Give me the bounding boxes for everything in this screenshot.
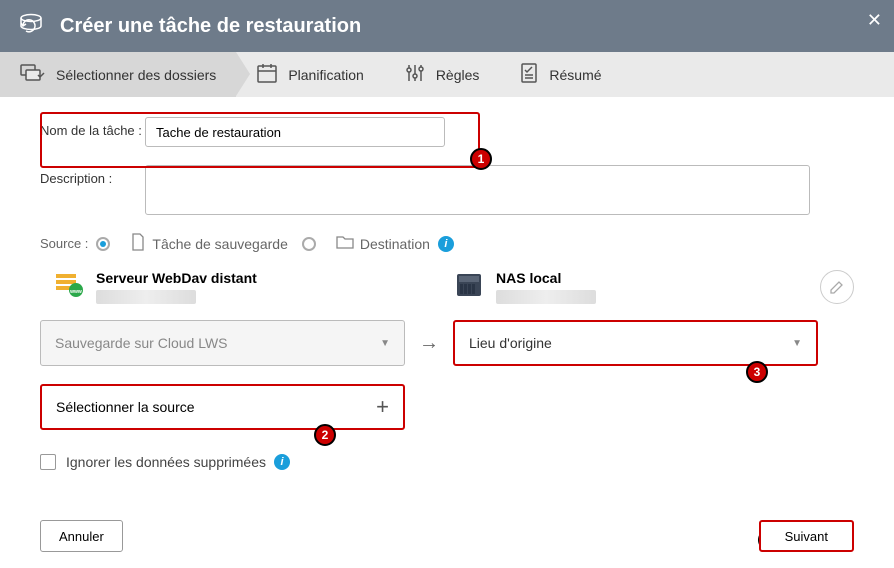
- destination-select-value: Lieu d'origine: [469, 335, 552, 351]
- backup-select[interactable]: Sauvegarde sur Cloud LWS ▼: [40, 320, 405, 366]
- backup-task-option: Tâche de sauvegarde: [152, 236, 287, 252]
- tab-label: Planification: [288, 67, 364, 83]
- destination-select[interactable]: Lieu d'origine ▼: [453, 320, 818, 366]
- selects-row: Sauvegarde sur Cloud LWS ▼ → Lieu d'orig…: [40, 320, 854, 366]
- radio-destination[interactable]: [302, 237, 316, 251]
- info-icon[interactable]: i: [274, 454, 290, 470]
- tab-label: Sélectionner des dossiers: [56, 67, 216, 83]
- tab-summary[interactable]: Résumé: [499, 52, 621, 97]
- info-icon[interactable]: i: [438, 236, 454, 252]
- tab-rules[interactable]: Règles: [384, 52, 500, 97]
- select-source-button[interactable]: Sélectionner la source +: [40, 384, 405, 430]
- document-check-icon: [519, 62, 539, 87]
- source-device-name: Serveur WebDav distant: [96, 270, 454, 286]
- plus-icon: +: [376, 394, 389, 420]
- chevron-down-icon: ▼: [380, 338, 390, 349]
- devices-row: www Serveur WebDav distant NAS local: [40, 270, 854, 304]
- annotation-badge-2: 2: [314, 424, 336, 446]
- source-type-row: Source : Tâche de sauvegarde Destination…: [40, 233, 854, 254]
- document-icon: [130, 233, 146, 254]
- chevron-down-icon: ▼: [792, 338, 802, 349]
- cancel-button[interactable]: Annuler: [40, 520, 123, 552]
- select-source-label: Sélectionner la source: [56, 399, 195, 415]
- ignore-deleted-label: Ignorer les données supprimées: [66, 454, 266, 470]
- target-device-name: NAS local: [496, 270, 820, 286]
- svg-text:www: www: [69, 289, 82, 295]
- dialog-footer: Annuler Suivant: [40, 520, 854, 552]
- edit-target-button[interactable]: [820, 270, 854, 304]
- destination-option: Destination: [360, 236, 430, 252]
- sliders-icon: [404, 62, 426, 87]
- annotation-badge-3: 3: [746, 361, 768, 383]
- source-device: www Serveur WebDav distant: [54, 270, 454, 304]
- ignore-deleted-checkbox[interactable]: [40, 454, 56, 470]
- backup-select-value: Sauvegarde sur Cloud LWS: [55, 335, 228, 351]
- nas-icon: [454, 270, 484, 300]
- close-button[interactable]: ✕: [867, 10, 882, 31]
- radio-backup-task[interactable]: [96, 237, 110, 251]
- task-name-label: Nom de la tâche :: [40, 117, 145, 138]
- wizard-tabs: Sélectionner des dossiers Planification …: [0, 52, 894, 97]
- tab-label: Résumé: [549, 67, 601, 83]
- ignore-deleted-row: Ignorer les données supprimées i: [40, 454, 854, 470]
- arrow-icon: →: [419, 332, 439, 355]
- next-button[interactable]: Suivant: [759, 520, 854, 552]
- source-label: Source :: [40, 236, 88, 251]
- target-device-address: [496, 290, 596, 304]
- tab-label: Règles: [436, 67, 480, 83]
- task-name-input[interactable]: [145, 117, 445, 147]
- tab-schedule[interactable]: Planification: [236, 52, 384, 97]
- description-input[interactable]: [145, 165, 810, 215]
- calendar-icon: [256, 62, 278, 87]
- form-content: Nom de la tâche : Description : Source :…: [0, 97, 894, 490]
- description-label: Description :: [40, 165, 145, 186]
- folders-icon: [20, 62, 46, 87]
- source-device-address: [96, 290, 196, 304]
- dialog-title: Créer une tâche de restauration: [60, 15, 361, 38]
- target-device: NAS local: [454, 270, 854, 304]
- tab-select-folders[interactable]: Sélectionner des dossiers: [0, 52, 236, 97]
- annotation-badge-1: 1: [470, 148, 492, 170]
- webdav-icon: www: [54, 270, 84, 300]
- restore-icon: [18, 13, 44, 40]
- folder-icon: [336, 234, 354, 253]
- dialog-header: Créer une tâche de restauration ✕: [0, 0, 894, 52]
